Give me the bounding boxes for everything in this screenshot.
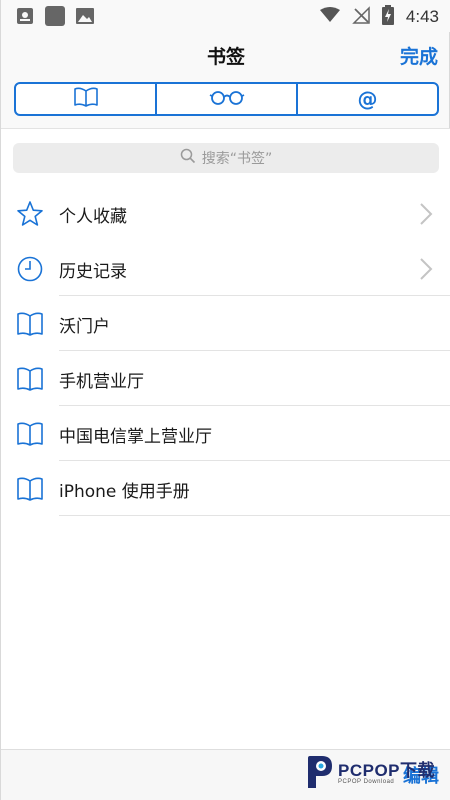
search-field[interactable]: 搜索“书签”: [13, 143, 439, 173]
app-square-icon: [45, 6, 65, 26]
list-item-label: 中国电信掌上营业厅: [59, 427, 212, 447]
list-item-history[interactable]: 历史记录: [1, 241, 450, 296]
page-title: 书签: [206, 46, 245, 68]
clock-icon: [16, 255, 44, 283]
tab-shared-links[interactable]: @: [296, 84, 437, 114]
no-signal-icon: [352, 6, 370, 28]
book-icon: [16, 420, 44, 448]
book-icon: [16, 365, 44, 393]
watermark-brand: PCPOP下载: [338, 761, 436, 780]
bookmark-list-area: 搜索“书签” 个人收藏 历史记录 沃门户 手机营业厅 中国电信掌上营业厅 iPh…: [1, 129, 450, 749]
at-sign-icon: @: [357, 87, 378, 111]
list-item-label: 手机营业厅: [59, 372, 144, 392]
star-icon: [16, 200, 44, 228]
pcpop-logo-icon: [304, 754, 334, 794]
notification-icon: [15, 6, 35, 26]
list-item-bookmark[interactable]: iPhone 使用手册: [1, 461, 450, 516]
list-item-bookmark[interactable]: 沃门户: [1, 296, 450, 351]
list-item-label: 个人收藏: [59, 207, 127, 227]
done-button[interactable]: 完成: [400, 42, 438, 69]
search-icon: [180, 148, 196, 168]
watermark: PCPOP下载 PCPOP Download: [304, 750, 450, 798]
list-item-bookmark[interactable]: 中国电信掌上营业厅: [1, 406, 450, 461]
row-divider: [59, 515, 450, 516]
book-icon: [73, 87, 99, 111]
bookmark-segmented-control: @: [14, 82, 439, 116]
reading-glasses-icon: [209, 89, 245, 109]
screen: 4:43 书签 完成 @ 搜索“书签” 个人收藏 历史记录 沃门户 手机营业厅 …: [0, 0, 450, 800]
image-icon: [75, 6, 95, 26]
list-item-bookmark[interactable]: 手机营业厅: [1, 351, 450, 406]
list-item-favorites[interactable]: 个人收藏: [1, 186, 450, 241]
tab-bookmarks[interactable]: [16, 84, 155, 114]
list-item-label: 历史记录: [59, 262, 127, 282]
list-item-label: iPhone 使用手册: [59, 482, 190, 502]
status-bar: 4:43: [1, 0, 450, 32]
clock-time: 4:43: [405, 7, 439, 26]
book-icon: [16, 310, 44, 338]
bookmark-list: 个人收藏 历史记录 沃门户 手机营业厅 中国电信掌上营业厅 iPhone 使用手…: [1, 186, 450, 516]
tab-reading-list[interactable]: [155, 84, 296, 114]
wifi-icon: [319, 7, 340, 27]
book-icon: [16, 475, 44, 503]
search-placeholder: 搜索“书签”: [201, 151, 273, 167]
navigation-bar: 书签 完成: [1, 32, 450, 80]
chevron-right-icon: [419, 257, 433, 281]
chevron-right-icon: [419, 202, 433, 226]
battery-charging-icon: [381, 5, 394, 29]
list-item-label: 沃门户: [59, 317, 110, 337]
